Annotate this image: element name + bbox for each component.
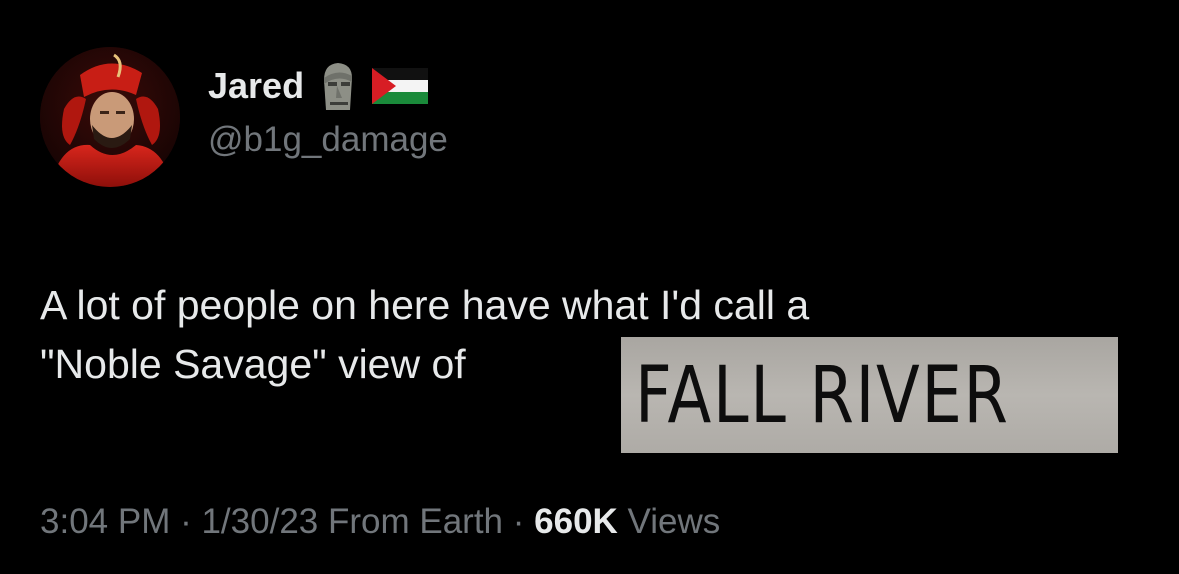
views-label: Views (627, 502, 721, 541)
tweet: Jared @b1g_damage A lot of people on her… (0, 0, 1179, 574)
sign-text: FALL RIVER (635, 351, 1010, 441)
tweet-time[interactable]: 3:04 PM (40, 502, 170, 541)
fall-river-sign-image: FALL RIVER (621, 337, 1118, 453)
views-count[interactable]: 660K (534, 502, 618, 541)
tweet-source: From Earth (327, 502, 504, 541)
palestine-flag-icon (372, 68, 429, 104)
tweet-text-line-1: A lot of people on here have what I'd ca… (40, 282, 810, 328)
meta-separator: · (170, 502, 202, 541)
name-row: Jared (208, 60, 429, 112)
tweet-date[interactable]: 1/30/23 (201, 502, 318, 541)
meta-separator: · (503, 502, 535, 541)
display-name[interactable]: Jared (208, 65, 304, 107)
moai-icon (318, 60, 358, 112)
tweet-meta: 3:04 PM · 1/30/23 From Earth · 660K View… (40, 502, 720, 542)
avatar[interactable] (40, 47, 180, 187)
avatar-image (40, 47, 180, 187)
user-handle[interactable]: @b1g_damage (208, 120, 448, 160)
